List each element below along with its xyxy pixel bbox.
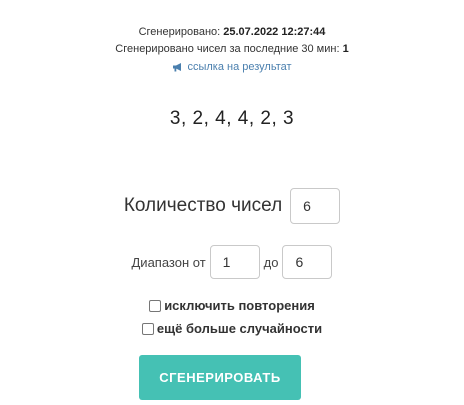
count-row: Количество чисел [0, 188, 464, 224]
no-repeat-option: исключить повторения [0, 298, 464, 313]
megaphone-icon [173, 63, 182, 72]
result-link-text[interactable]: ссылка на результат [187, 60, 291, 74]
no-repeat-label[interactable]: исключить повторения [164, 298, 315, 313]
generated-count-value: 1 [342, 43, 349, 55]
range-to-input[interactable] [282, 245, 333, 279]
range-to-label: до [263, 254, 279, 270]
result-link-line: ссылка на результат [0, 60, 464, 76]
count-label: Количество чисел [123, 195, 283, 216]
generated-timestamp-line: Сгенерировано: 25.07.2022 12:27:44 [0, 25, 464, 39]
generated-count-line: Сгенерировано чисел за последние 30 мин:… [0, 42, 464, 56]
generated-label: Сгенерировано: [138, 26, 221, 38]
range-row: Диапазон от до [0, 245, 464, 279]
generated-value: 25.07.2022 12:27:44 [223, 26, 326, 38]
range-from-label: Диапазон от [131, 254, 206, 270]
no-repeat-checkbox[interactable] [149, 299, 162, 312]
count-input[interactable] [290, 188, 341, 224]
more-random-option: ещё больше случайности [0, 321, 464, 336]
generated-count-label: Сгенерировано чисел за последние 30 мин: [115, 43, 340, 55]
range-from-input[interactable] [209, 245, 260, 279]
result-link[interactable]: ссылка на результат [172, 60, 292, 74]
generated-numbers: 3, 2, 4, 4, 2, 3 [169, 108, 295, 129]
more-random-checkbox[interactable] [141, 322, 154, 335]
more-random-label[interactable]: ещё больше случайности [157, 321, 322, 336]
generate-button[interactable]: СГЕНЕРИРОВАТЬ [139, 355, 301, 400]
